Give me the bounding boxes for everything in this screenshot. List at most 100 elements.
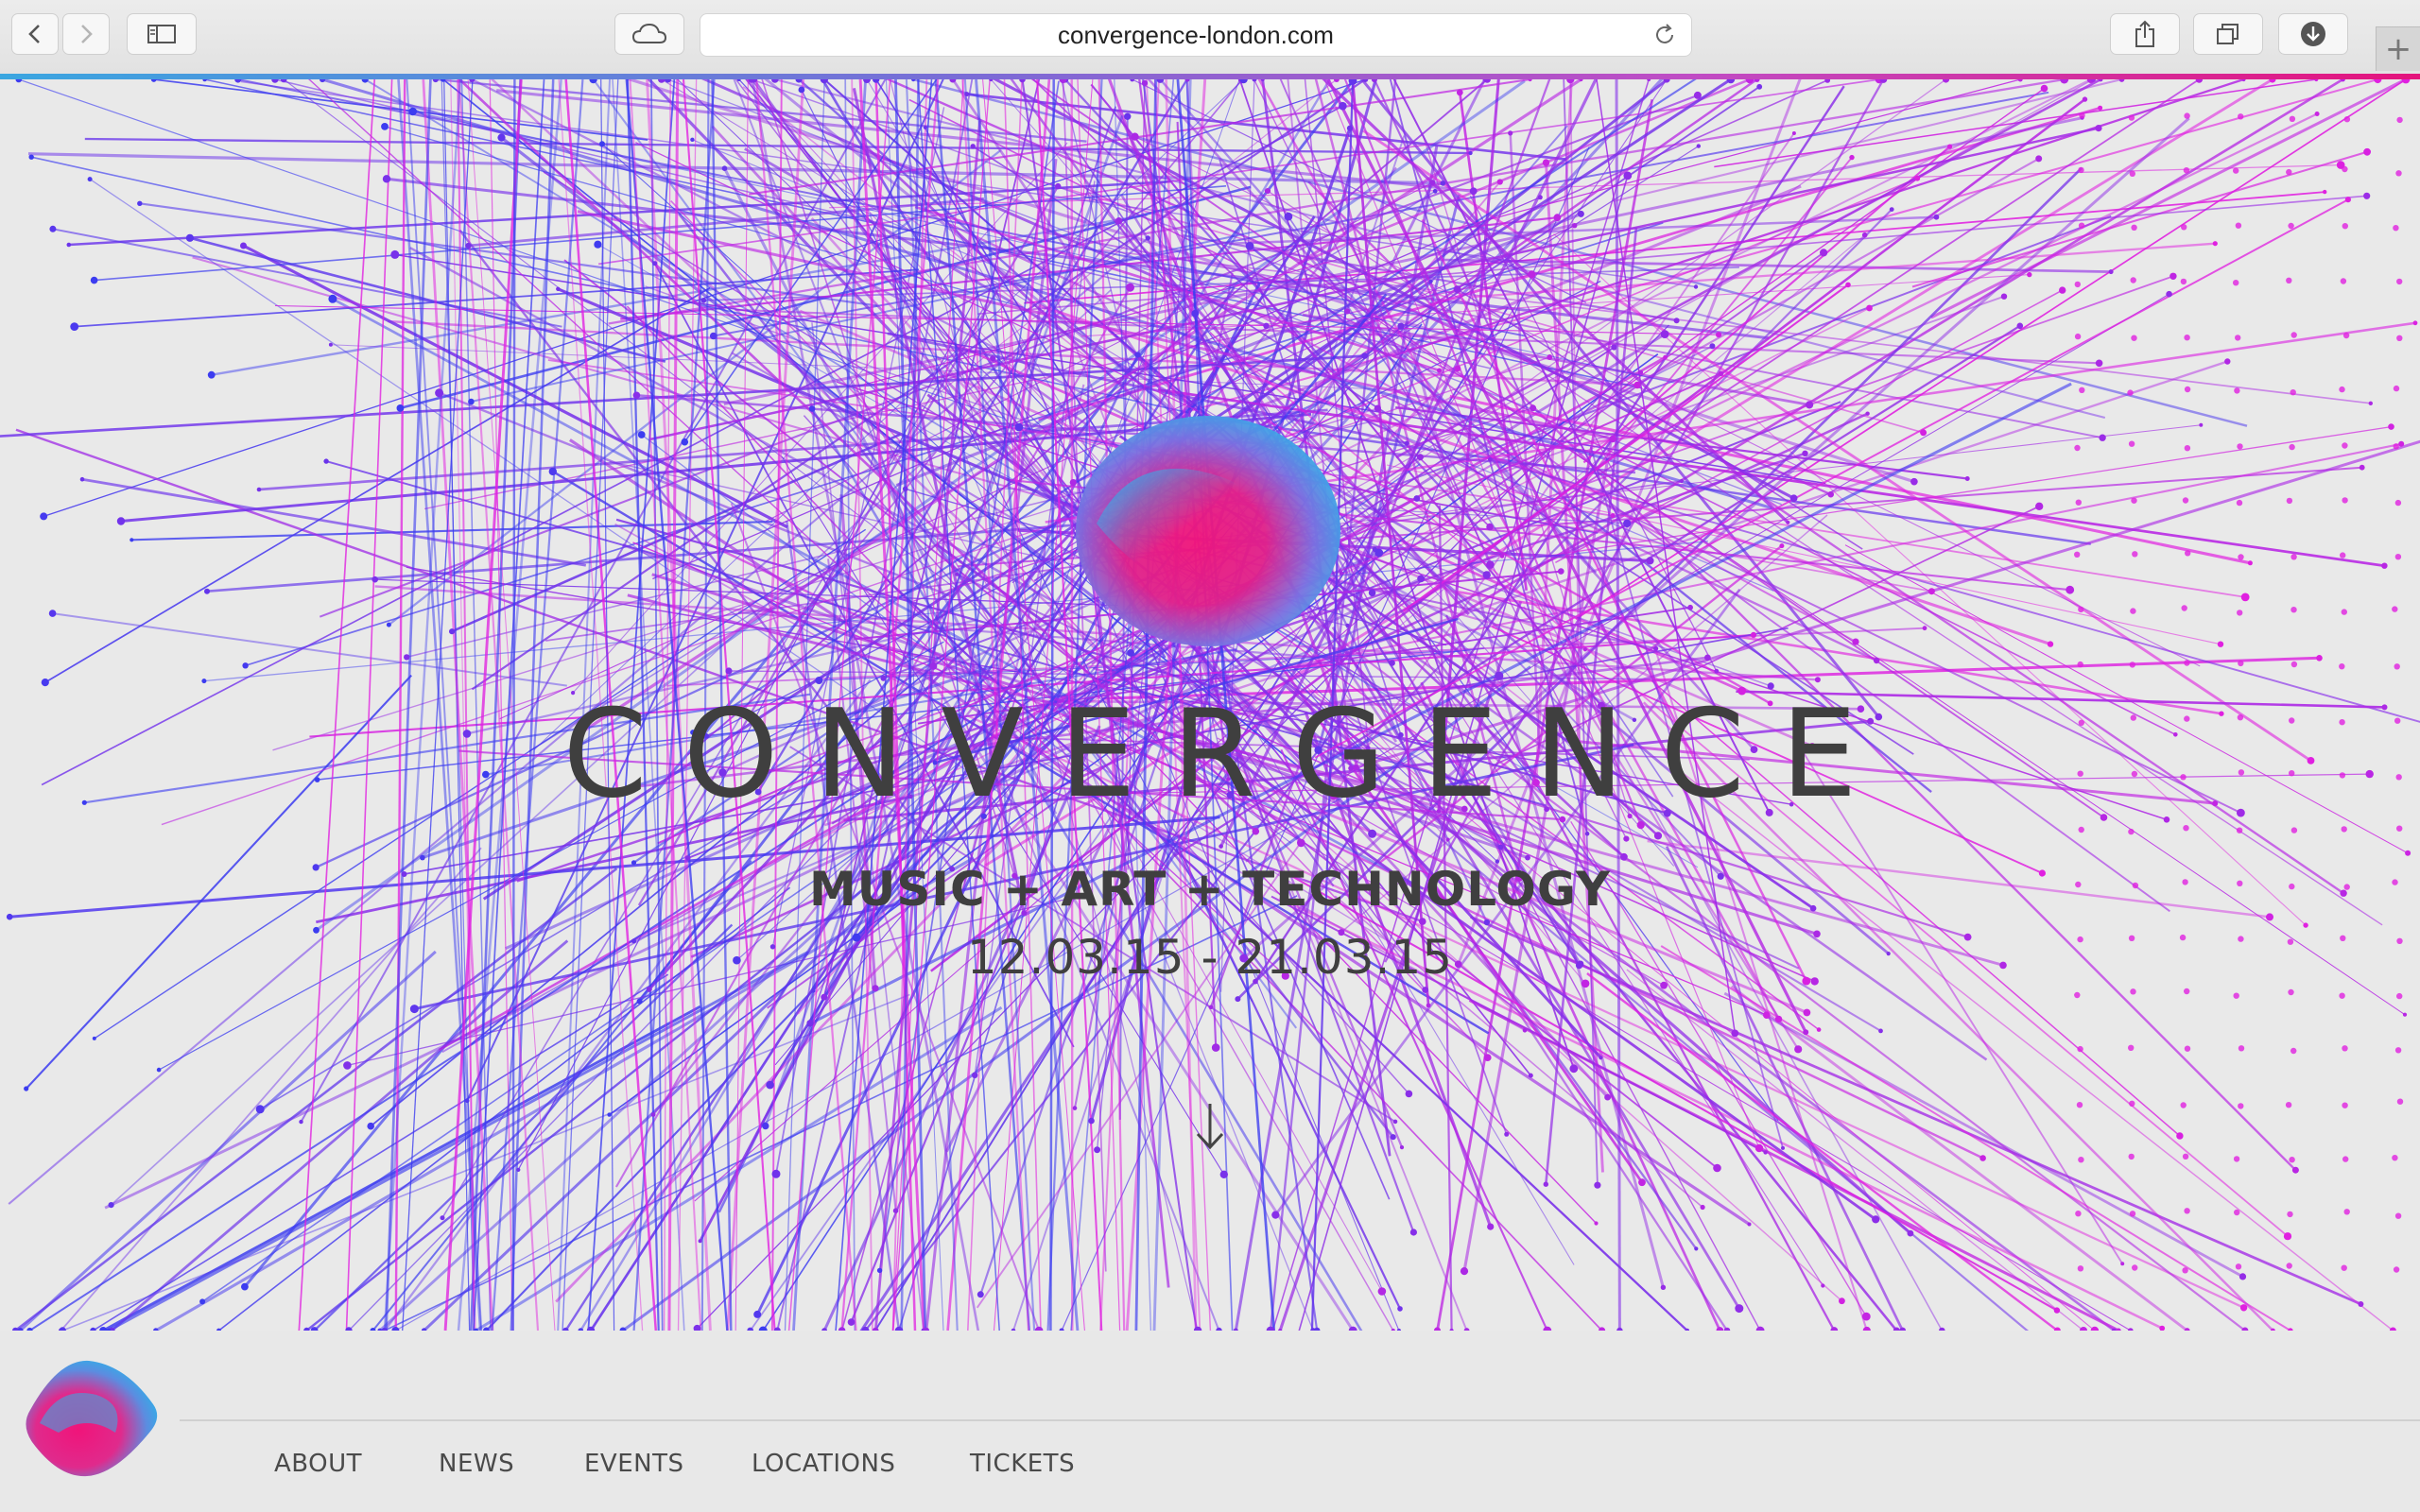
artwork-dot [709,332,717,340]
artwork-dot [2099,434,2106,441]
artwork-dot [256,487,262,492]
artwork-dot [2398,440,2405,447]
artwork-dot [2074,333,2082,340]
artwork-dot [2237,610,2243,616]
artwork-dot [2285,1102,2292,1108]
artwork-dot [1339,571,1344,576]
artwork-dot [1055,182,1062,190]
artwork-dot [1145,235,1151,241]
downloads-button[interactable] [2278,13,2348,55]
artwork-dot [2314,112,2320,116]
artwork-dot [1623,835,1630,842]
nav-divider [180,1419,2420,1421]
artwork-dot [2120,1262,2125,1266]
artwork-dot [1284,212,1293,221]
artwork-dot [1920,429,1927,437]
artwork-dot [2405,850,2411,856]
artwork-dot [1700,1204,1705,1211]
artwork-dot [2394,1047,2402,1054]
artwork-dot [1820,249,1828,257]
new-tab-button[interactable]: + [2376,26,2420,71]
artwork-dot [1409,1228,1417,1236]
artwork-dot [2289,1157,2295,1163]
artwork-dot [2236,499,2243,507]
artwork-dot [2288,222,2294,230]
artwork-dot [1389,660,1395,666]
artwork-dot [1865,411,1870,416]
artwork-dot [1483,919,1491,926]
nav-item-events[interactable]: EVENTS [584,1450,683,1478]
artwork-dot [1704,654,1711,662]
artwork-dot [2035,155,2043,163]
artwork-dot [1528,1073,1533,1078]
artwork-dot [1141,79,1149,87]
artwork-dot [1594,1221,1599,1226]
artwork-dot [700,298,707,303]
artwork-dot [2234,387,2240,394]
browser-toolbar: convergence-london.com + [0,0,2420,75]
show-all-tabs-button[interactable] [2193,13,2263,55]
artwork-dot [1933,214,1940,220]
plus-icon: + [2384,30,2412,68]
artwork-dot [2247,560,2253,566]
artwork-dot [2075,499,2082,506]
artwork-dot [1345,623,1350,628]
artwork-dot [1558,568,1564,575]
artwork-dot [2290,827,2298,833]
artwork-dot [811,988,816,993]
artwork-dot [2077,1265,2084,1272]
scroll-down-arrow-icon[interactable] [1190,1100,1230,1153]
back-button[interactable] [11,13,59,55]
artwork-dot [2238,1045,2245,1052]
artwork-dot [2234,1209,2240,1216]
artwork-dot [2237,443,2243,450]
artwork-dot [2396,825,2403,832]
artwork-dot [2130,608,2136,614]
artwork-dot [48,610,57,617]
artwork-dot [40,512,48,521]
artwork-dot [2130,988,2136,995]
artwork-dot [1709,343,1716,350]
artwork-dot [2235,1263,2242,1270]
artwork-dot [1235,996,1241,1003]
nav-item-locations[interactable]: LOCATIONS [752,1450,895,1478]
artwork-dot [1827,490,1834,498]
nav-item-about[interactable]: ABOUT [274,1450,362,1478]
artwork-dot [1634,381,1641,389]
artwork-dot [320,79,326,83]
forward-button[interactable] [62,13,110,55]
artwork-dot [2342,1156,2349,1162]
festival-dates: 12.03.15 - 21.03.15 [966,930,1454,985]
artwork-dot [1964,476,1970,481]
artwork-dot [762,1122,769,1130]
artwork-dot [2233,167,2239,174]
artwork-dot [1789,494,1798,503]
artwork-dot [972,1072,978,1079]
artwork-dot [637,431,646,438]
artwork-dot [2381,562,2388,569]
artwork-dot [2212,241,2218,247]
artwork-dot [1779,543,1785,549]
artwork-dot [2342,165,2348,173]
artwork-dot [594,240,602,249]
artwork-dot [2199,422,2204,427]
artwork-dot [1124,112,1132,120]
artwork-dot [2341,826,2347,833]
artwork-dot [255,1105,265,1114]
address-bar[interactable]: convergence-london.com [700,13,1692,57]
artwork-dot [49,225,57,232]
reload-button[interactable] [1651,22,1678,53]
artwork-dot [1861,232,1868,238]
artwork-dot [299,1119,303,1125]
artwork-dot [2184,1208,2190,1214]
nav-item-news[interactable]: NEWS [439,1450,514,1478]
artwork-dot [1647,79,1651,81]
artwork-dot [465,242,472,249]
share-button[interactable] [2110,13,2180,55]
icloud-tabs-button[interactable] [614,13,684,55]
sidebar-button[interactable] [127,13,197,55]
artwork-dot [1609,435,1616,443]
nav-item-tickets[interactable]: TICKETS [970,1450,1075,1478]
artwork-dot [2183,167,2190,174]
artwork-dot [1718,370,1724,377]
